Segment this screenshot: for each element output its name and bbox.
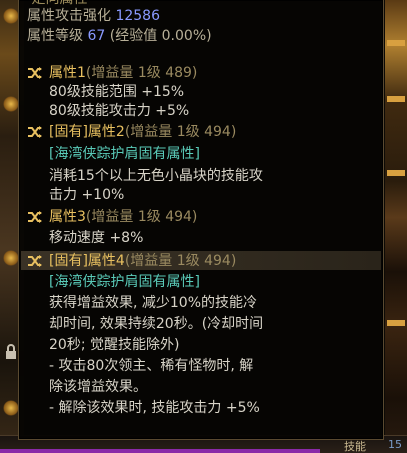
attack-label: 属性攻击强化: [27, 8, 111, 24]
ornament-icon: [3, 400, 19, 416]
shuffle-icon: [28, 255, 42, 267]
property-info: (增益量 1级 494): [85, 209, 198, 225]
shuffle-icon: [28, 126, 42, 138]
property-effect: - 攻击80次领主、稀有怪物时, 解: [49, 358, 254, 374]
ornament-icon: [3, 250, 19, 266]
property-effect: 获得增益效果, 减少10%的技能冷: [49, 295, 258, 311]
level-label: 属性等级: [27, 28, 83, 44]
level-value: 67: [87, 28, 106, 44]
property-effect: 80级技能范围 +15%: [49, 84, 185, 100]
ornament-icon: [3, 8, 19, 24]
exp-text: (经验值 0.00%): [109, 28, 212, 44]
property-effect: 击力 +10%: [49, 187, 125, 203]
skill-label[interactable]: 技能: [344, 438, 366, 453]
mp-bar: [0, 449, 320, 453]
attack-stat: 属性攻击强化 12586: [27, 7, 160, 25]
property-info: (增益量 1级 494): [124, 124, 237, 140]
property-source: [海湾侠踪护肩固有属性]: [49, 274, 200, 290]
property-effect: 80级技能攻击力 +5%: [49, 103, 190, 119]
property-title: 属性3: [49, 209, 86, 225]
shuffle-icon: [28, 67, 42, 79]
property-effect: 除该增益效果。: [49, 379, 147, 395]
property-effect: 却时间, 效果持续20秒。(冷却时间: [49, 316, 264, 332]
item-tooltip: ·走向属性 属性攻击强化 12586 属性等级 67 (经验值 0.00%) 属…: [18, 0, 384, 440]
ornament-icon: [3, 96, 19, 112]
skill-number: 15: [388, 438, 402, 451]
property-effect: 移动速度 +8%: [49, 230, 144, 246]
shuffle-icon: [28, 211, 42, 223]
attack-value: 12586: [115, 8, 160, 24]
property-title: [固有]属性4: [49, 253, 125, 269]
property-info: (增益量 1级 489): [85, 65, 198, 81]
level-stat: 属性等级 67 (经验值 0.00%): [27, 27, 212, 45]
property-1-header[interactable]: 属性1 (增益量 1级 489): [27, 64, 197, 82]
lock-icon: [6, 344, 16, 359]
property-source: [海湾侠踪护肩固有属性]: [49, 146, 200, 162]
property-effect: 20秒; 觉醒技能除外): [49, 337, 180, 353]
scene-right-edge: [385, 0, 407, 453]
property-effect: - 解除该效果时, 技能攻击力 +5%: [49, 400, 260, 416]
property-title: 属性1: [49, 65, 86, 81]
property-title: [固有]属性2: [49, 124, 125, 140]
property-info: (增益量 1级 494): [124, 253, 237, 269]
property-2-header[interactable]: [固有]属性2 (增益量 1级 494): [27, 123, 236, 141]
property-4-header[interactable]: [固有]属性4 (增益量 1级 494): [27, 252, 236, 270]
property-3-header[interactable]: 属性3 (增益量 1级 494): [27, 208, 197, 226]
property-effect: 消耗15个以上无色小晶块的技能攻: [49, 168, 263, 184]
